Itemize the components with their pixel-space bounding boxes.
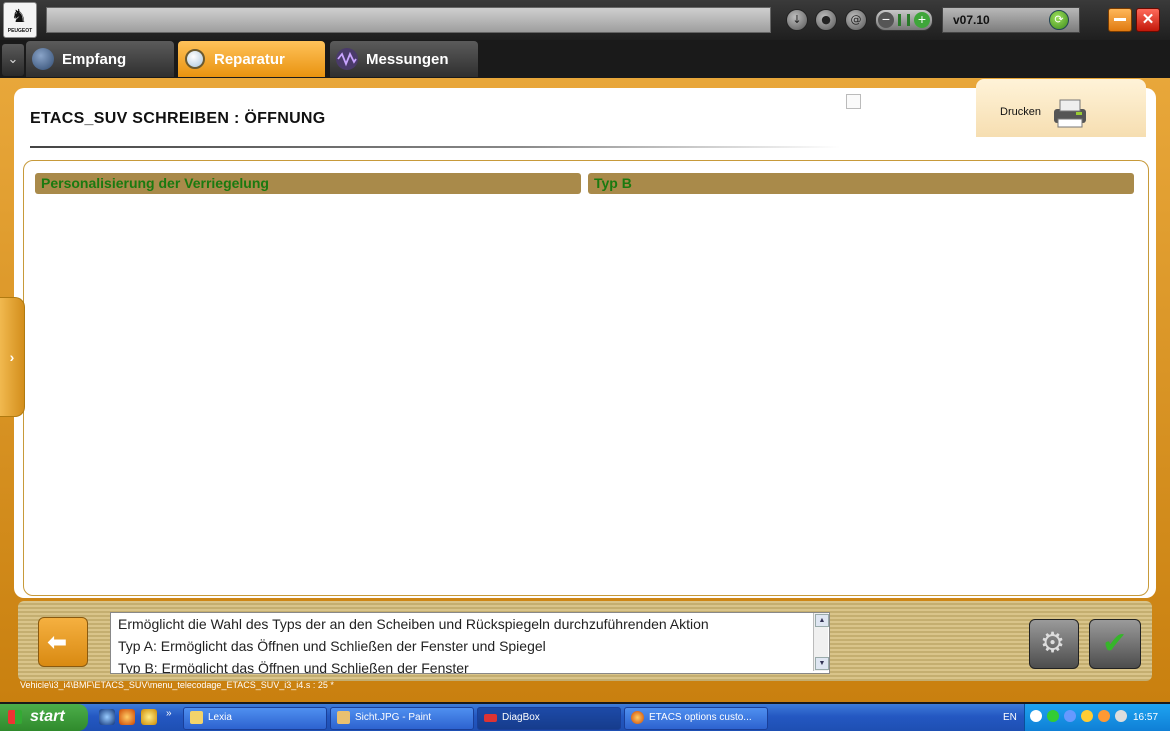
magnifier-icon xyxy=(185,49,205,69)
tray-bluetooth-icon[interactable] xyxy=(1064,710,1076,722)
settings-button[interactable]: ⚙ xyxy=(1029,619,1079,669)
tab-messungen[interactable]: Messungen xyxy=(330,41,478,77)
tab-reparatur[interactable]: Reparatur xyxy=(178,41,325,77)
description-line: Ermöglicht die Wahl des Typs der an den … xyxy=(118,616,709,632)
description-line: Typ A: Ermöglicht das Öffnen und Schließ… xyxy=(118,638,546,654)
battery-bars-icon xyxy=(898,14,910,26)
minus-icon: − xyxy=(878,12,894,28)
taskbar-button-label: Lexia xyxy=(208,712,232,723)
title-divider xyxy=(30,146,840,148)
ie-icon[interactable] xyxy=(99,709,115,725)
tray-network-icon[interactable] xyxy=(1047,710,1059,722)
checkmark-icon: ✔ xyxy=(1102,626,1128,661)
waveform-icon xyxy=(336,48,358,70)
firefox-icon xyxy=(631,711,644,724)
taskbar-button-lexia[interactable]: Lexia xyxy=(183,707,327,730)
plus-icon: + xyxy=(914,12,930,28)
user-icon[interactable]: ● xyxy=(815,9,837,31)
taskbar-button-etacs[interactable]: ETACS options custo... xyxy=(624,707,768,730)
start-button[interactable]: start xyxy=(0,704,88,731)
taskbar-button-label: Sicht.JPG - Paint xyxy=(355,712,432,723)
print-label[interactable]: Drucken xyxy=(1000,106,1041,118)
gear-icon: ⚙ xyxy=(1040,626,1066,659)
description-box[interactable]: Ermöglicht die Wahl des Typs der an den … xyxy=(110,612,830,674)
tray-back-icon[interactable] xyxy=(1030,710,1042,722)
tray-update-icon[interactable] xyxy=(1098,710,1110,722)
taskbar-button-label: ETACS options custo... xyxy=(649,712,752,723)
paint-icon xyxy=(337,711,350,724)
diagbox-icon xyxy=(484,714,497,722)
back-button[interactable]: ⬅ xyxy=(38,617,88,667)
status-path-bar: Vehicle\i3_i4\BMF\ETACS_SUV\menu_telecod… xyxy=(20,675,820,690)
minimize-button[interactable] xyxy=(1108,8,1132,32)
firefox-icon[interactable] xyxy=(119,709,135,725)
version-box: v07.10 ⟳ xyxy=(942,7,1080,33)
scroll-down-icon[interactable]: ▼ xyxy=(815,657,829,670)
mail-icon[interactable]: @ xyxy=(845,9,867,31)
clock[interactable]: 16:57 xyxy=(1133,712,1158,723)
table-header-value[interactable]: Typ B xyxy=(588,173,1134,194)
version-label: v07.10 xyxy=(953,13,990,27)
brand-name: PEUGEOT xyxy=(7,28,33,34)
status-path: Vehicle\i3_i4\BMF\ETACS_SUV\menu_telecod… xyxy=(20,680,334,690)
parameter-table xyxy=(23,160,1149,596)
title-field xyxy=(46,7,771,33)
printer-icon[interactable] xyxy=(1050,97,1090,129)
side-panel-toggle[interactable]: › xyxy=(0,297,25,417)
close-button[interactable]: ✕ xyxy=(1136,8,1160,32)
tab-empfang[interactable]: Empfang xyxy=(26,41,174,77)
start-label: start xyxy=(30,708,65,725)
confirm-button[interactable]: ✔ xyxy=(1089,619,1141,669)
quicklaunch-expand-icon[interactable]: » xyxy=(166,708,172,719)
taskbar-button-paint[interactable]: Sicht.JPG - Paint xyxy=(330,707,474,730)
arrow-left-icon: ⬅ xyxy=(47,628,68,656)
peugeot-logo: ♞ PEUGEOT xyxy=(3,2,37,38)
tab-row xyxy=(0,40,1170,78)
page-title: ETACS_SUV SCHREIBEN : ÖFFNUNG xyxy=(30,110,326,127)
download-icon[interactable]: ↓ xyxy=(786,9,808,31)
tab-label: Empfang xyxy=(62,51,127,68)
battery-indicator: − + xyxy=(875,9,933,31)
lion-icon: ♞ xyxy=(11,6,28,27)
folder-icon xyxy=(190,711,203,724)
taskbar-button-label: DiagBox xyxy=(502,712,540,723)
quicklaunch-icon[interactable] xyxy=(141,709,157,725)
description-line: Typ B: Ermöglicht das Öffnen und Schließ… xyxy=(118,660,469,674)
tray-volume-icon[interactable] xyxy=(1115,710,1127,722)
description-scrollbar[interactable]: ▲ ▼ xyxy=(813,613,829,671)
tab-menu-chevron-icon[interactable]: ⌄ xyxy=(2,44,24,76)
connection-icon[interactable]: ⟳ xyxy=(1049,10,1069,30)
table-header-parameter[interactable]: Personalisierung der Verriegelung xyxy=(35,173,581,194)
tab-label: Reparatur xyxy=(214,51,285,68)
tray-shield-icon[interactable] xyxy=(1081,710,1093,722)
minimize-icon xyxy=(1114,18,1126,21)
tab-label: Messungen xyxy=(366,51,449,68)
windows-flag-icon xyxy=(8,710,22,724)
taskbar-button-diagbox[interactable]: DiagBox xyxy=(477,707,621,730)
language-indicator[interactable]: EN xyxy=(1003,712,1017,723)
small-checkbox[interactable] xyxy=(846,94,861,109)
header-label: Personalisierung der Verriegelung xyxy=(41,175,269,191)
globe-icon xyxy=(32,48,54,70)
scroll-up-icon[interactable]: ▲ xyxy=(815,614,829,627)
header-label: Typ B xyxy=(594,175,632,191)
